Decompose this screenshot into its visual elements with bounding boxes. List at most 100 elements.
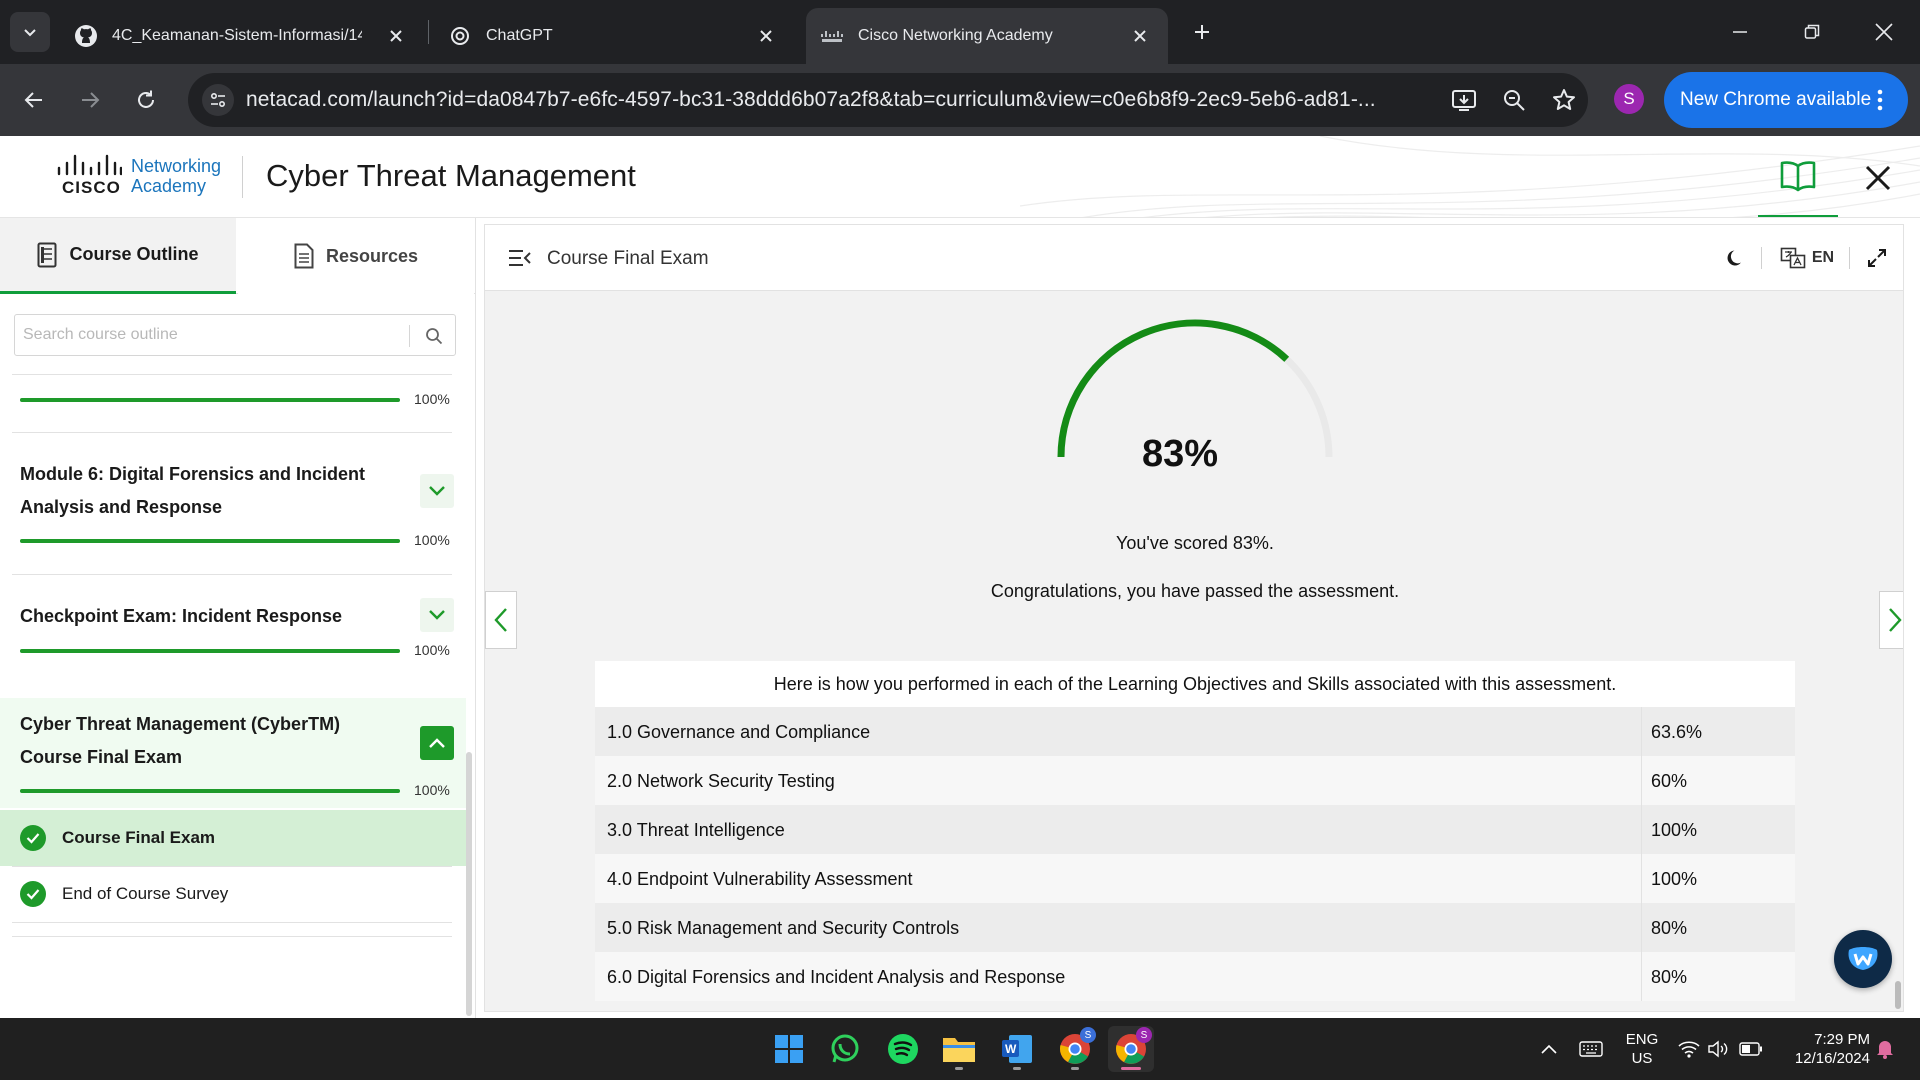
lesson-item-end-of-course-survey[interactable]: End of Course Survey — [0, 866, 466, 922]
url-text[interactable]: netacad.com/launch?id=da0847b7-e6fc-4597… — [246, 88, 1436, 112]
module-title[interactable]: Module 6: Digital Forensics and Incident… — [20, 458, 390, 524]
restore-button[interactable] — [1790, 10, 1834, 54]
lang-code: ENG — [1625, 1031, 1659, 1048]
minimize-icon — [1733, 31, 1747, 33]
fullscreen-button[interactable] — [1865, 245, 1889, 271]
lang-region: US — [1631, 1050, 1653, 1067]
search-input[interactable] — [23, 323, 415, 347]
running-indicator — [1013, 1067, 1021, 1070]
profile-avatar[interactable]: S — [1614, 84, 1644, 114]
chevron-right-icon — [1889, 608, 1902, 632]
volume-icon[interactable] — [1706, 1037, 1732, 1061]
install-app-icon[interactable] — [1450, 86, 1478, 114]
table-row: 1.0 Governance and Compliance 63.6% — [595, 707, 1795, 756]
wifi-icon[interactable] — [1676, 1037, 1702, 1061]
close-course-button[interactable] — [1856, 156, 1900, 200]
system-clock[interactable]: 7:29 PM 12/16/2024 — [1774, 1030, 1870, 1068]
progress-fill — [20, 789, 400, 793]
column-divider — [1641, 756, 1642, 805]
progress-track — [20, 398, 400, 402]
exam-result-panel: Course Final Exam EN 83% You've scored 8… — [484, 224, 1904, 1012]
notification-bell-icon[interactable] — [1872, 1037, 1898, 1061]
windows-start-icon[interactable] — [766, 1026, 812, 1072]
module-expand-button[interactable] — [420, 474, 454, 508]
menu-collapse-icon — [509, 250, 531, 266]
moon-icon — [1727, 250, 1741, 266]
header-divider — [1761, 247, 1762, 269]
spotify-icon[interactable] — [880, 1026, 926, 1072]
keyboard-icon[interactable] — [1578, 1037, 1604, 1061]
assistant-chat-button[interactable] — [1834, 930, 1892, 988]
reload-button[interactable] — [128, 82, 164, 118]
more-vert-icon[interactable] — [1866, 86, 1894, 114]
objective-score: 80% — [1651, 967, 1688, 987]
clock-date: 12/16/2024 — [1794, 1050, 1870, 1067]
openai-icon — [448, 24, 472, 48]
module-progress: 100% — [20, 531, 452, 551]
module-title[interactable]: Cyber Threat Management (CyberTM) Course… — [20, 708, 390, 774]
word-icon[interactable]: W — [994, 1026, 1040, 1072]
next-page-button[interactable] — [1879, 591, 1903, 649]
page-header: CISCO Networking Academy Cyber Threat Ma… — [0, 136, 1920, 218]
objective-name: 2.0 Network Security Testing — [607, 771, 835, 791]
progress-fill — [20, 539, 400, 543]
module-collapse-button[interactable] — [420, 726, 454, 760]
file-explorer-icon[interactable] — [936, 1026, 982, 1072]
progress-track — [20, 789, 400, 793]
chrome-icon[interactable]: S — [1108, 1026, 1154, 1072]
toggle-outline-button[interactable] — [507, 246, 533, 270]
input-language[interactable]: ENG US — [1622, 1030, 1662, 1068]
close-icon[interactable] — [384, 24, 408, 48]
cisco-icon — [820, 24, 844, 48]
battery-icon[interactable] — [1738, 1037, 1764, 1061]
objective-name: 6.0 Digital Forensics and Incident Analy… — [607, 967, 1066, 987]
tab-github[interactable]: 4C_Keamanan-Sistem-Informasi/14_S... — [64, 8, 424, 64]
svg-text:W: W — [1005, 1042, 1017, 1056]
chevron-up-icon[interactable] — [1536, 1037, 1562, 1061]
table-row: 5.0 Risk Management and Security Control… — [595, 903, 1795, 952]
cisco-bars-icon — [57, 154, 122, 176]
course-book-button[interactable] — [1758, 136, 1838, 217]
sidebar-tabs: Course Outline Resources — [0, 218, 475, 294]
objective-score: 100% — [1651, 869, 1698, 889]
whatsapp-icon[interactable] — [822, 1026, 868, 1072]
close-icon[interactable] — [1128, 24, 1152, 48]
tab-cisco-active[interactable]: Cisco Networking Academy — [806, 8, 1168, 64]
window-close-button[interactable] — [1862, 10, 1906, 54]
previous-page-button[interactable] — [485, 591, 517, 649]
chat-assistant-icon — [1848, 947, 1878, 970]
content-scrollbar[interactable] — [1895, 981, 1901, 1009]
tab-resources[interactable]: Resources — [238, 218, 474, 294]
module-title[interactable]: Checkpoint Exam: Incident Response — [20, 600, 390, 633]
tab-course-outline[interactable]: Course Outline — [0, 218, 236, 294]
tab-chatgpt[interactable]: ChatGPT — [434, 8, 794, 64]
zoom-icon[interactable] — [1500, 86, 1528, 114]
sidebar-scrollbar[interactable] — [466, 752, 472, 1016]
minimize-button[interactable] — [1718, 10, 1762, 54]
chevron-up-icon — [429, 738, 445, 748]
column-divider — [1641, 805, 1642, 854]
objective-name: 5.0 Risk Management and Security Control… — [607, 918, 960, 938]
tab-search-button[interactable] — [10, 12, 50, 52]
forward-button[interactable] — [72, 82, 108, 118]
search-icon[interactable] — [421, 323, 447, 349]
new-tab-button[interactable] — [1186, 16, 1218, 48]
lesson-item-course-final-exam[interactable]: Course Final Exam — [0, 810, 466, 866]
dark-mode-button[interactable] — [1723, 245, 1749, 271]
cisco-networking-academy-logo[interactable]: CISCO Networking Academy — [56, 154, 236, 200]
back-button[interactable] — [16, 82, 52, 118]
module-expand-button[interactable] — [420, 598, 454, 632]
running-indicator — [1071, 1067, 1079, 1070]
language-button[interactable]: EN — [1779, 245, 1835, 271]
bookmark-star-icon[interactable] — [1550, 86, 1578, 114]
chrome-icon[interactable]: S — [1052, 1026, 1098, 1072]
profile-badge: S — [1080, 1027, 1096, 1043]
logo-wordmark: CISCO — [62, 178, 121, 197]
new-chrome-available-button[interactable]: New Chrome available — [1664, 72, 1908, 128]
outline-divider — [12, 574, 452, 575]
site-info-icon[interactable] — [202, 84, 234, 116]
browser-tab-bar: 4C_Keamanan-Sistem-Informasi/14_S... Cha… — [0, 0, 1920, 64]
progress-track — [20, 649, 400, 653]
address-bar[interactable]: netacad.com/launch?id=da0847b7-e6fc-4597… — [188, 73, 1588, 127]
close-icon[interactable] — [754, 24, 778, 48]
